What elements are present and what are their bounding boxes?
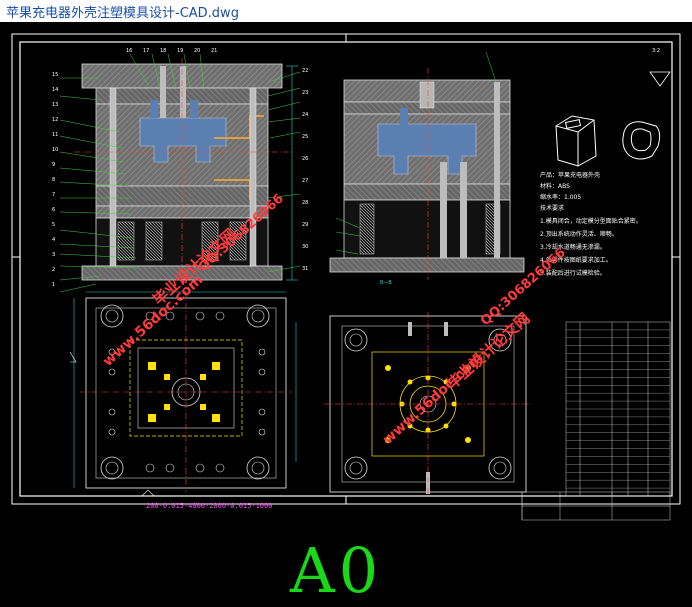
part-label: 30 (302, 244, 309, 250)
part-label: 20 (194, 48, 201, 54)
tech-note-line-5: 5.装配后进行试模检验。 (540, 270, 606, 277)
part-label: 19 (177, 48, 184, 54)
part-label: 26 (302, 156, 309, 162)
part-label: 10 (52, 147, 59, 153)
part-label: 29 (302, 222, 309, 228)
part-label: 16 (126, 48, 133, 54)
part-label: 14 (52, 87, 59, 93)
dimension-chain: 200-0.015-4000-2000-0.015-1000 (146, 502, 273, 510)
title-block (521, 321, 671, 521)
part-label: 3 (52, 252, 56, 258)
tech-note-line-2: 2.顶出系统动作灵活、顺畅。 (540, 231, 618, 238)
left-section-view (59, 53, 301, 293)
product-sketches (555, 115, 661, 167)
sheet-size-label: A0 (290, 534, 383, 607)
tech-note-shrinkage: 缩水率：1.005 (540, 194, 582, 201)
part-label: 23 (302, 90, 309, 96)
scale-label: 3:2 (652, 48, 661, 54)
tech-note-product: 产品：苹果充电器外壳 (540, 172, 601, 179)
cad-drawing[interactable] (0, 22, 692, 594)
section-caption: B—B (380, 280, 392, 286)
tech-note-material: 材料：ABS (540, 183, 570, 190)
part-label: 15 (52, 72, 59, 78)
window-titlebar: 苹果充电器外壳注塑模具设计-CAD.dwg (0, 0, 692, 23)
part-label: 22 (302, 68, 309, 74)
part-label: 28 (302, 200, 309, 206)
part-label: 11 (52, 132, 59, 138)
tech-note-heading: 技术要求 (540, 205, 565, 212)
part-label: 24 (302, 112, 309, 118)
part-label: 5 (52, 222, 56, 228)
window-title: 苹果充电器外壳注塑模具设计-CAD.dwg (6, 6, 239, 21)
cad-canvas[interactable]: B—B 3:2 产品：苹果充电器外壳 材料：ABS 缩水率：1.005 技术要求… (0, 22, 692, 607)
part-label: 17 (143, 48, 150, 54)
part-label: 31 (302, 266, 309, 272)
part-label: 18 (160, 48, 167, 54)
part-label: 9 (52, 162, 56, 168)
left-plan-view (69, 291, 297, 497)
part-label: 4 (52, 237, 56, 243)
bom-rows (566, 329, 670, 489)
right-section-view (329, 51, 525, 280)
part-label: 21 (211, 48, 218, 54)
scale-symbol (649, 71, 671, 87)
part-label: 13 (52, 102, 59, 108)
part-label: 8 (52, 177, 56, 183)
part-label: 2 (52, 267, 56, 273)
part-label: 12 (52, 117, 59, 123)
part-label: 27 (302, 178, 309, 184)
part-label: 25 (302, 134, 309, 140)
part-label: 7 (52, 192, 56, 198)
tech-note-line-1: 1.模具闭合，动定模分型面贴合紧密。 (540, 218, 642, 225)
part-label: 6 (52, 207, 56, 213)
part-label: 1 (52, 282, 56, 288)
